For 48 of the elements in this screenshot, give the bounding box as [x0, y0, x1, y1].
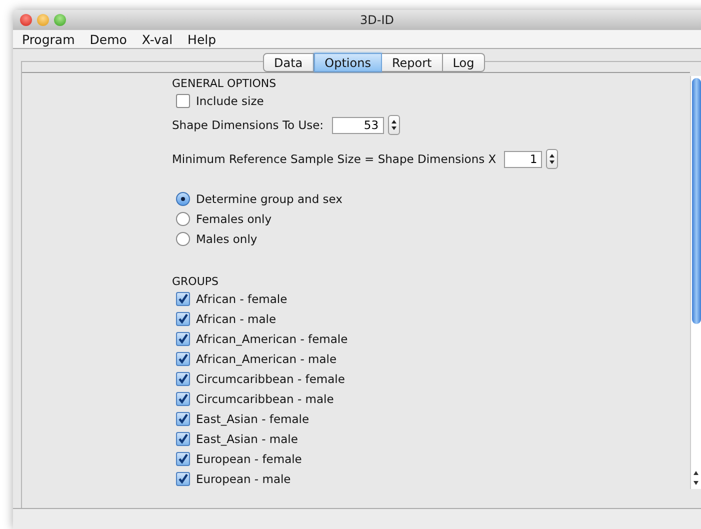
- tab[interactable]: Log: [442, 53, 486, 72]
- radio-label: Females only: [196, 212, 272, 226]
- tab[interactable]: Data: [263, 53, 314, 72]
- checkbox[interactable]: [176, 472, 190, 486]
- section-heading: GENERAL OPTIONS: [172, 77, 278, 91]
- radio-label: Males only: [196, 232, 258, 246]
- checkbox[interactable]: [176, 412, 190, 426]
- checkbox-label: Circumcaribbean - male: [196, 392, 334, 406]
- checkbox[interactable]: [176, 332, 190, 346]
- number-field[interactable]: 53: [332, 116, 384, 134]
- stepper-icon[interactable]: [546, 149, 558, 169]
- checkbox-label: European - female: [196, 452, 302, 466]
- checkbox[interactable]: [176, 352, 190, 366]
- scrollbar[interactable]: [690, 76, 701, 489]
- checkbox[interactable]: [176, 372, 190, 386]
- checkbox[interactable]: [176, 94, 190, 108]
- field-label: Minimum Reference Sample Size = Shape Dimensions X: [172, 152, 496, 166]
- checkbox[interactable]: [176, 452, 190, 466]
- checkbox-label: European - male: [196, 472, 291, 486]
- close-button[interactable]: [20, 14, 32, 26]
- radio-button[interactable]: [176, 212, 190, 226]
- field-label: Shape Dimensions To Use:: [172, 118, 324, 132]
- radio-button[interactable]: [176, 192, 190, 206]
- window-title: 3D-ID: [360, 13, 394, 27]
- radio-label: Determine group and sex: [196, 192, 342, 206]
- checkbox-label: African_American - female: [196, 332, 348, 346]
- checkbox[interactable]: [176, 312, 190, 326]
- checkbox-label: African - female: [196, 292, 288, 306]
- checkbox-label: Include size: [196, 94, 264, 108]
- tab[interactable]: Report: [382, 53, 443, 72]
- menu-item[interactable]: Demo: [90, 32, 127, 46]
- checkbox[interactable]: [176, 292, 190, 306]
- menu-item[interactable]: Help: [188, 32, 216, 46]
- number-field[interactable]: 1: [504, 150, 542, 168]
- scroll-thumb[interactable]: [692, 78, 701, 324]
- checkbox-label: African_American - male: [196, 352, 337, 366]
- checkbox[interactable]: [176, 392, 190, 406]
- radio-button[interactable]: [176, 232, 190, 246]
- menu-item[interactable]: Program: [22, 32, 75, 46]
- stepper-icon[interactable]: [388, 115, 400, 135]
- tab[interactable]: Options: [314, 53, 382, 72]
- checkbox[interactable]: [176, 432, 190, 446]
- checkbox-label: African - male: [196, 312, 276, 326]
- section-heading: GROUPS: [172, 275, 220, 289]
- checkbox-label: Circumcaribbean - female: [196, 372, 345, 386]
- menu-item[interactable]: X-val: [142, 32, 173, 46]
- checkbox-label: East_Asian - female: [196, 412, 310, 426]
- checkbox-label: East_Asian - male: [196, 432, 298, 446]
